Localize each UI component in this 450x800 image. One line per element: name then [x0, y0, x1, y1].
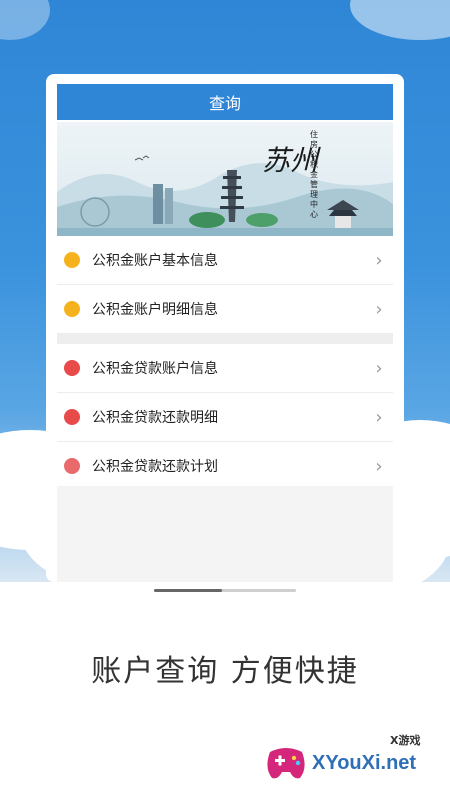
- chevron-right-icon: ›: [375, 455, 383, 477]
- cloud-top-left: [0, 0, 50, 40]
- watermark-small-text: X游戏: [390, 734, 421, 747]
- header-title: 查询: [208, 94, 241, 113]
- menu-item-label: 公积金账户明细信息: [92, 302, 218, 318]
- card-bottom-space: [57, 486, 393, 582]
- menu-item-label: 公积金贷款还款计划: [92, 459, 218, 475]
- suzhou-skyline-illustration: 苏州: [57, 122, 393, 236]
- menu-item-loan-account[interactable]: 公积金贷款账户信息 ›: [57, 344, 393, 393]
- coin-stack-icon: [64, 301, 80, 317]
- menu-item-account-detail[interactable]: 公积金账户明细信息 ›: [57, 285, 393, 334]
- menu-item-label: 公积金贷款还款明细: [92, 410, 218, 426]
- chevron-right-icon: ›: [375, 357, 383, 379]
- chevron-right-icon: ›: [375, 406, 383, 428]
- coin-bag-icon: [64, 252, 80, 268]
- menu-item-label: 公积金贷款账户信息: [92, 361, 218, 377]
- menu-item-loan-repayment-plan[interactable]: 公积金贷款还款计划 ›: [57, 442, 393, 491]
- menu-item-label: 公积金账户基本信息: [92, 253, 218, 269]
- gamepad-logo-icon: [267, 748, 305, 779]
- chevron-right-icon: ›: [375, 249, 383, 271]
- page-indicator-active: [154, 589, 222, 592]
- menu-item-account-basic[interactable]: 公积金账户基本信息 ›: [57, 236, 393, 285]
- section-divider: [57, 334, 393, 344]
- query-card: 查询 苏州 住房公积金管理中心 公积金账户基本信息 › 公积金账户明细信息 › …: [46, 74, 404, 582]
- menu-item-loan-repayment-detail[interactable]: 公积金贷款还款明细 ›: [57, 393, 393, 442]
- card-header: 查询: [57, 84, 393, 120]
- loan-receipt-icon: [64, 409, 80, 425]
- watermark: X游戏 XYouXi.net: [264, 728, 444, 788]
- loan-bag-icon: [64, 360, 80, 376]
- page-indicator: [154, 589, 296, 592]
- chevron-right-icon: ›: [375, 298, 383, 320]
- cloud-top-right: [350, 0, 450, 40]
- loan-plan-icon: [64, 458, 80, 474]
- suzhou-banner-image: 苏州 住房公积金管理中心: [57, 122, 393, 236]
- slogan-text: 账户查询 方便快捷: [91, 654, 359, 689]
- banner-org-vertical-text: 住房公积金管理中心: [310, 130, 318, 219]
- watermark-text: XYouXi.net: [312, 752, 417, 774]
- query-menu: 公积金账户基本信息 › 公积金账户明细信息 › 公积金贷款账户信息 › 公积金贷…: [57, 236, 393, 491]
